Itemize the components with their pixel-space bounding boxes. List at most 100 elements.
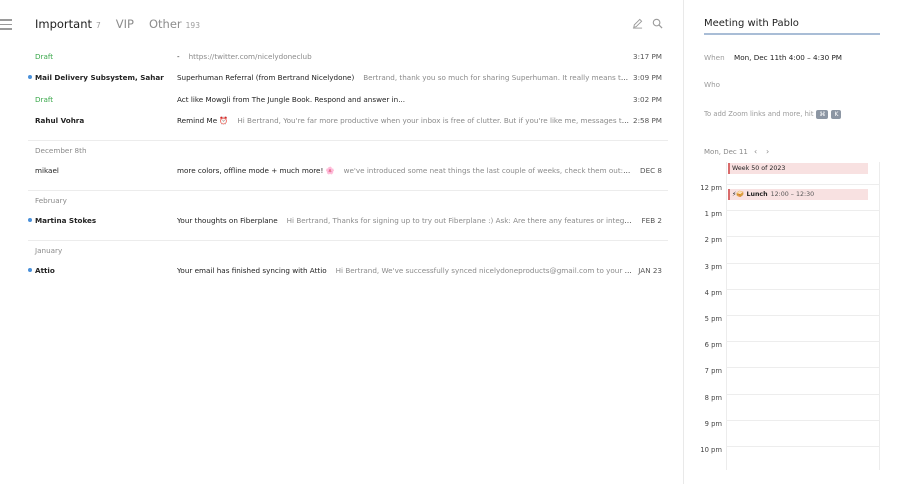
chevron-left-icon[interactable]: ‹ xyxy=(754,147,757,156)
title-underline xyxy=(704,33,880,35)
sender: Mail Delivery Subsystem, Sahar xyxy=(35,73,164,82)
week-banner: Week 50 of 2023 xyxy=(728,163,868,174)
inbox-tabs: Important 7 VIP Other 193 xyxy=(35,17,215,31)
timestamp: 3:17 PM xyxy=(633,52,662,61)
hour-line xyxy=(726,288,880,290)
unread-dot-icon xyxy=(28,75,32,79)
hour-label: 10 pm xyxy=(700,446,722,454)
who-input[interactable] xyxy=(734,80,874,90)
hour-line xyxy=(726,367,880,369)
timestamp: DEC 8 xyxy=(640,166,662,175)
timestamp: 2:58 PM xyxy=(633,116,662,125)
calendar-pane: Meeting with Pablo When Mon, Dec 11th 4:… xyxy=(684,0,900,484)
sender: Attio xyxy=(35,266,55,275)
subject-line: Superhuman Referral (from Bertrand Nicel… xyxy=(177,73,632,82)
list-item[interactable]: Draft - https://twitter.com/nicelydoneclu… xyxy=(0,46,683,67)
toolbar xyxy=(632,18,663,29)
day-grid[interactable] xyxy=(726,162,880,470)
list-item[interactable]: Draft Act like Mowgli from The Jungle Bo… xyxy=(0,89,683,110)
timestamp: 3:09 PM xyxy=(633,73,662,82)
tab-label: Important xyxy=(35,17,93,31)
subject: - xyxy=(177,52,180,61)
calendar-date: Mon, Dec 11 xyxy=(704,148,748,156)
subject: more colors, offline mode + much more! 🌸 xyxy=(177,166,335,175)
section-header: January xyxy=(35,246,63,255)
sender: Draft xyxy=(35,95,54,104)
event-time: 12:00 – 12:30 xyxy=(770,191,815,198)
subject-line: - https://twitter.com/nicelydoneclub xyxy=(177,52,632,61)
hour-label: 2 pm xyxy=(704,236,722,245)
hour-label: 4 pm xyxy=(704,288,722,297)
hour-line xyxy=(726,262,880,264)
timestamp: JAN 23 xyxy=(638,266,662,275)
preview: we've introduced some neat things the la… xyxy=(343,166,632,175)
subject-line: Remind Me ⏰ Hi Bertrand, You're far more … xyxy=(177,116,632,125)
hour-line xyxy=(726,393,880,395)
sender: mikael xyxy=(35,166,59,175)
who-label: Who xyxy=(704,80,721,89)
event-title: ⚡🥪 Lunch xyxy=(732,191,768,198)
list-item[interactable]: Martina Stokes Your thoughts on Fiberpla… xyxy=(0,210,683,231)
subject: Your thoughts on Fiberplane xyxy=(177,216,278,225)
unread-dot-icon xyxy=(28,268,32,272)
hour-label: 6 pm xyxy=(704,341,722,350)
hour-line xyxy=(726,184,880,185)
hour-line xyxy=(726,210,880,212)
hour-line xyxy=(726,341,880,343)
list-item[interactable]: Rahul Vohra Remind Me ⏰ Hi Bertrand, You'… xyxy=(0,110,683,131)
preview: Hi Bertrand, You're far more productive … xyxy=(237,116,632,125)
chevron-right-icon[interactable]: › xyxy=(766,147,769,156)
subject: Remind Me ⏰ xyxy=(177,116,229,125)
list-item[interactable]: mikael more colors, offline mode + much … xyxy=(0,160,683,181)
divider xyxy=(28,140,668,141)
hour-line xyxy=(726,446,880,447)
inbox-pane: Important 7 VIP Other 193 Draft - https://t… xyxy=(0,0,683,484)
tab-count: 193 xyxy=(185,21,200,30)
subject-line: Your thoughts on Fiberplane Hi Bertrand, … xyxy=(177,216,632,225)
list-item[interactable]: Mail Delivery Subsystem, Sahar Superhuma… xyxy=(0,67,683,88)
section-header: February xyxy=(35,196,67,205)
lunch-event[interactable]: ⚡🥪 Lunch 12:00 – 12:30 xyxy=(728,189,868,200)
preview: Hi Bertrand, Thanks for signing up to tr… xyxy=(286,216,632,225)
subject: Act like Mowgli from The Jungle Book. Re… xyxy=(177,95,406,104)
tab-important[interactable]: Important 7 xyxy=(35,17,101,31)
hour-label: 3 pm xyxy=(704,262,722,271)
compose-icon[interactable] xyxy=(632,18,643,29)
subject: Superhuman Referral (from Bertrand Nicel… xyxy=(177,73,355,82)
subject-line: Your email has finished syncing with Att… xyxy=(177,266,632,275)
divider xyxy=(28,190,668,191)
tab-other[interactable]: Other 193 xyxy=(149,17,200,31)
hour-label: 5 pm xyxy=(704,315,722,323)
zoom-hint-text: To add Zoom links and more, hit xyxy=(704,110,814,118)
tab-count: 7 xyxy=(96,21,101,30)
subject-line: more colors, offline mode + much more! 🌸… xyxy=(177,166,632,175)
timestamp: 3:02 PM xyxy=(633,95,662,104)
preview: Hi Bertrand, We've successfully synced n… xyxy=(335,266,632,275)
tab-vip[interactable]: VIP xyxy=(116,17,134,31)
tab-label: Other xyxy=(149,17,182,31)
tab-label: VIP xyxy=(115,17,134,31)
sender: Draft xyxy=(35,52,54,61)
hour-label: 7 pm xyxy=(704,367,722,376)
sender: Rahul Vohra xyxy=(35,116,85,125)
menu-icon[interactable] xyxy=(0,19,12,31)
preview: Bertrand, thank you so much for sharing … xyxy=(363,73,632,82)
when-value[interactable]: Mon, Dec 11th 4:00 – 4:30 PM xyxy=(734,53,842,62)
zoom-hint: To add Zoom links and more, hit ⌘ K xyxy=(704,110,842,119)
hour-line xyxy=(726,236,880,238)
hour-label: 8 pm xyxy=(704,393,722,402)
hour-label: 12 pm xyxy=(700,184,722,192)
search-icon[interactable] xyxy=(652,18,663,29)
subject-line: Act like Mowgli from The Jungle Book. Re… xyxy=(177,95,632,104)
hour-label: 1 pm xyxy=(704,210,722,219)
preview: https://twitter.com/nicelydoneclub xyxy=(188,52,312,61)
unread-dot-icon xyxy=(28,218,32,222)
hour-line xyxy=(726,315,880,316)
divider xyxy=(28,240,668,241)
command-key-icon: ⌘ xyxy=(816,110,829,119)
section-header: December 8th xyxy=(35,146,87,155)
subject: Your email has finished syncing with Att… xyxy=(177,266,327,275)
when-label: When xyxy=(704,53,725,62)
event-title-input[interactable]: Meeting with Pablo xyxy=(704,18,799,29)
list-item[interactable]: Attio Your email has finished syncing wi… xyxy=(0,260,683,281)
